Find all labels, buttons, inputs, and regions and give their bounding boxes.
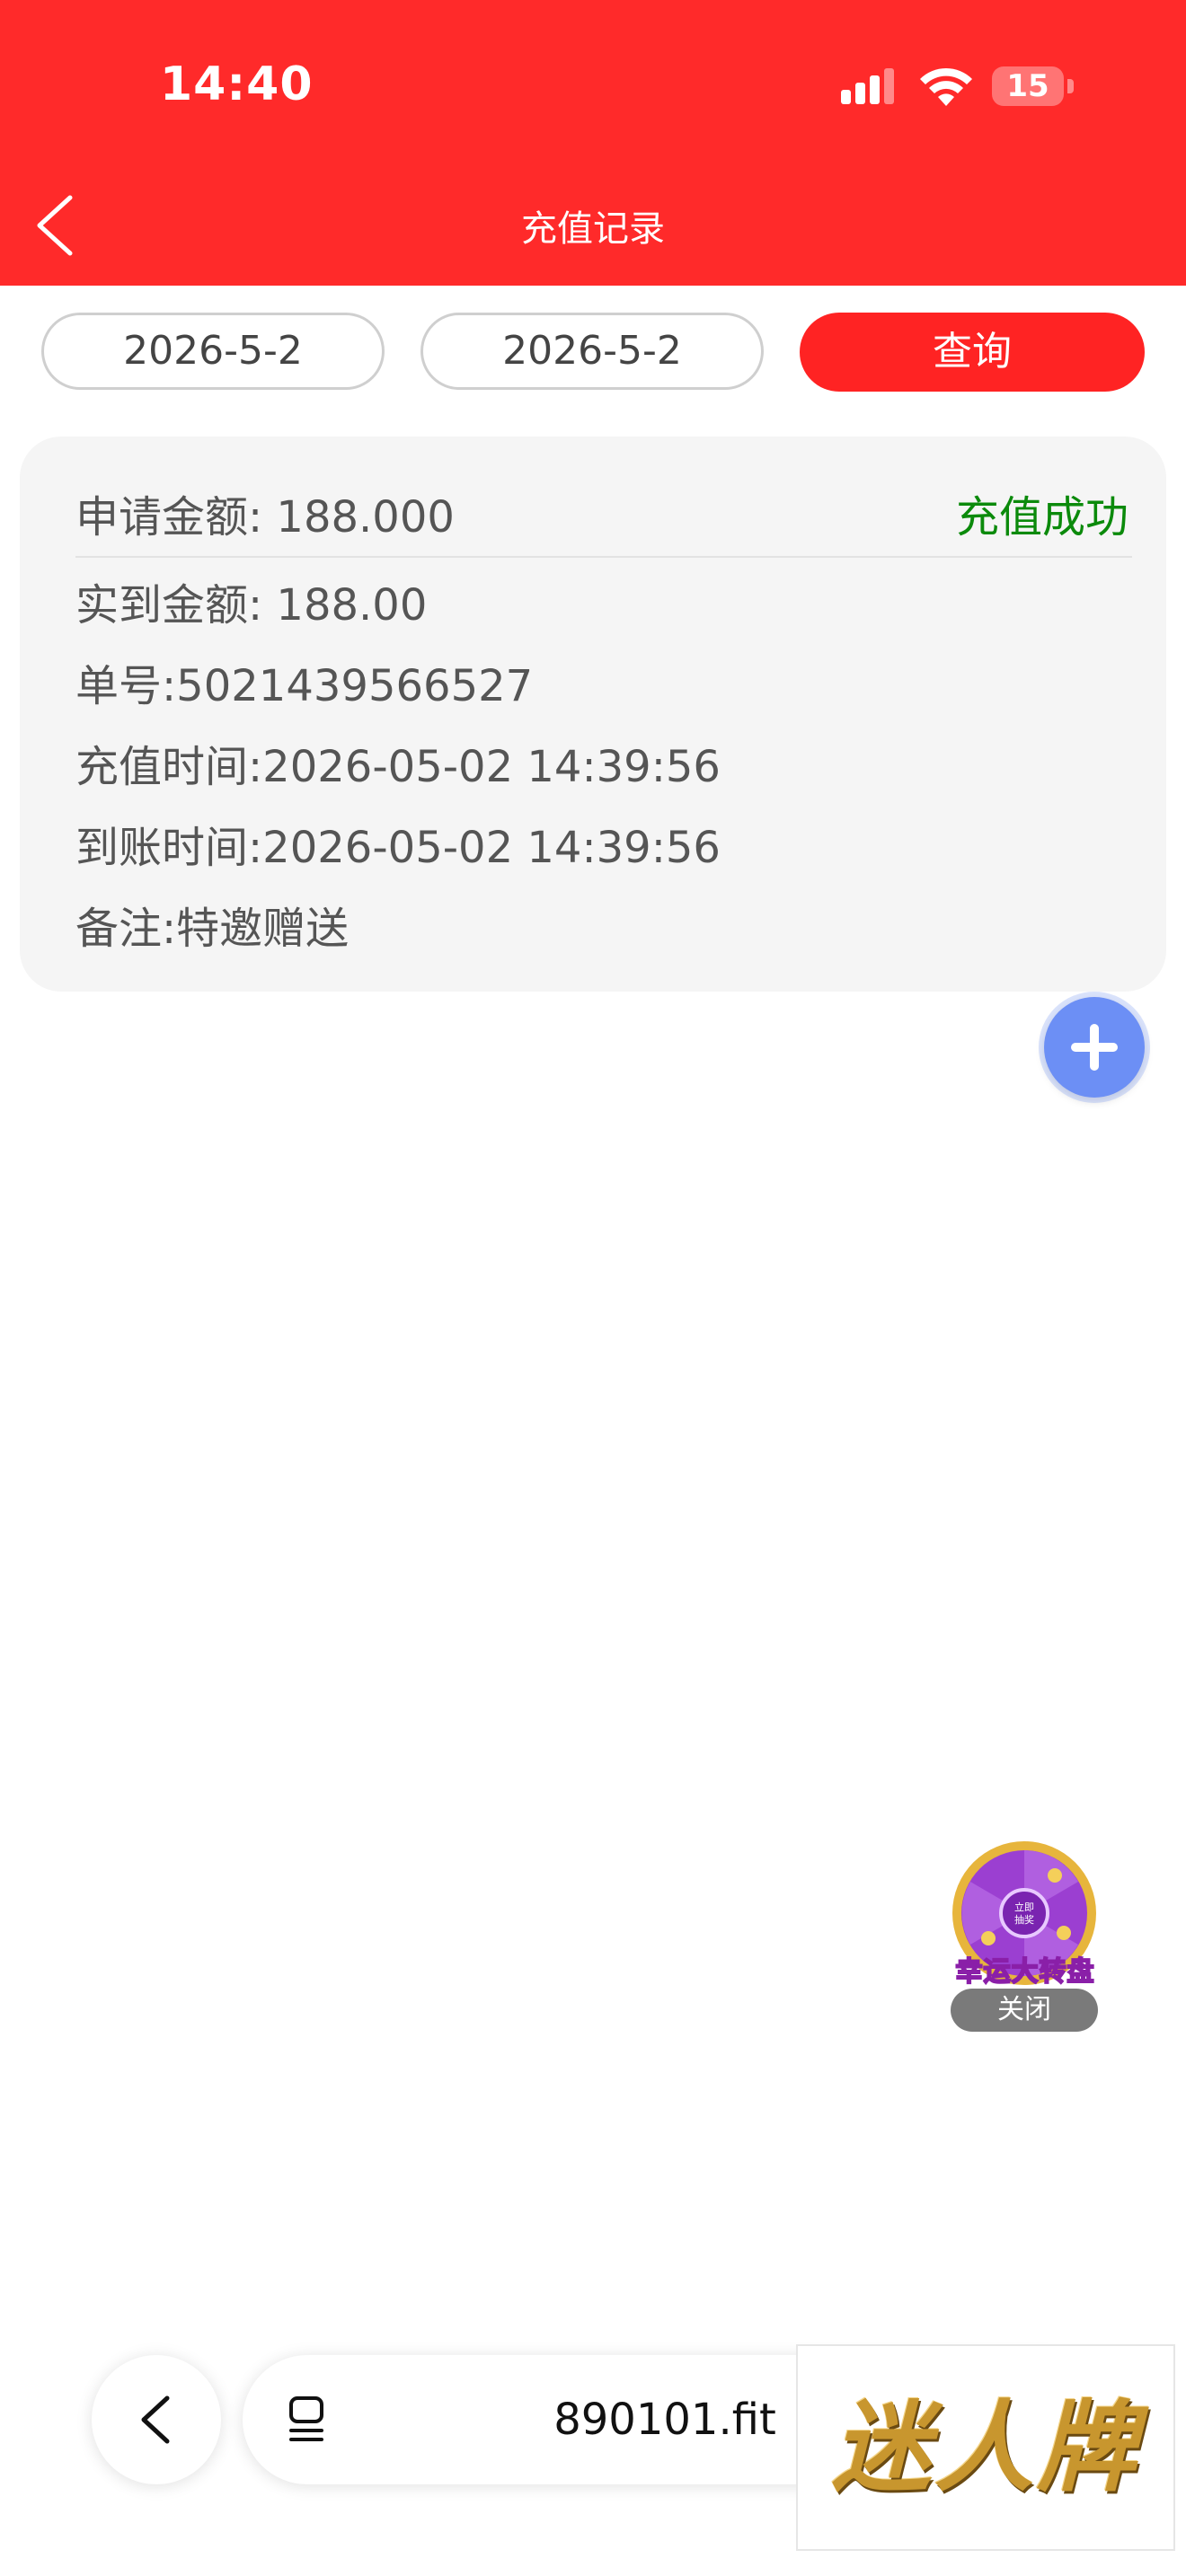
lucky-wheel-title[interactable]: 幸运大转盘 xyxy=(949,1949,1102,1989)
arrival-time: 到账时间:2026-05-02 14:39:56 xyxy=(75,823,721,873)
browser-back-button[interactable] xyxy=(92,2355,221,2484)
wifi-icon xyxy=(920,67,972,106)
battery-level: 15 xyxy=(1006,68,1049,104)
plus-icon xyxy=(1071,1024,1118,1071)
card-divider xyxy=(75,556,1132,558)
apply-amount: 申请金额: 188.000 xyxy=(75,492,455,543)
battery-cap xyxy=(1067,79,1074,93)
brand-logo: 迷人牌 xyxy=(832,2389,1139,2505)
app-header: 14:40 15 充值记录 xyxy=(0,0,1186,286)
brand-logo-ad[interactable]: 迷人牌 xyxy=(796,2344,1175,2551)
add-button[interactable] xyxy=(1044,997,1145,1098)
recharge-time: 充值时间:2026-05-02 14:39:56 xyxy=(75,742,721,792)
actual-amount: 实到金额: 188.00 xyxy=(75,580,428,631)
cellular-signal-icon xyxy=(841,68,894,104)
close-promo-button[interactable]: 关闭 xyxy=(951,1989,1098,2032)
page-title: 充值记录 xyxy=(521,208,665,250)
end-date-picker[interactable]: 2026-5-2 xyxy=(420,313,764,390)
svg-text:立即: 立即 xyxy=(1014,1901,1034,1913)
recharge-record-card: 申请金额: 188.000 充值成功 实到金额: 188.00 单号:50214… xyxy=(20,437,1166,992)
order-number: 单号:5021439566527 xyxy=(75,661,534,711)
start-date-picker[interactable]: 2026-5-2 xyxy=(41,313,385,390)
battery-indicator: 15 xyxy=(992,66,1064,106)
status-time: 14:40 xyxy=(160,57,314,111)
status-badge: 充值成功 xyxy=(955,492,1128,543)
chevron-left-icon xyxy=(141,2395,170,2444)
remark: 备注:特邀赠送 xyxy=(75,904,350,954)
svg-text:抽奖: 抽奖 xyxy=(1014,1913,1034,1926)
query-button[interactable]: 查询 xyxy=(800,313,1145,392)
